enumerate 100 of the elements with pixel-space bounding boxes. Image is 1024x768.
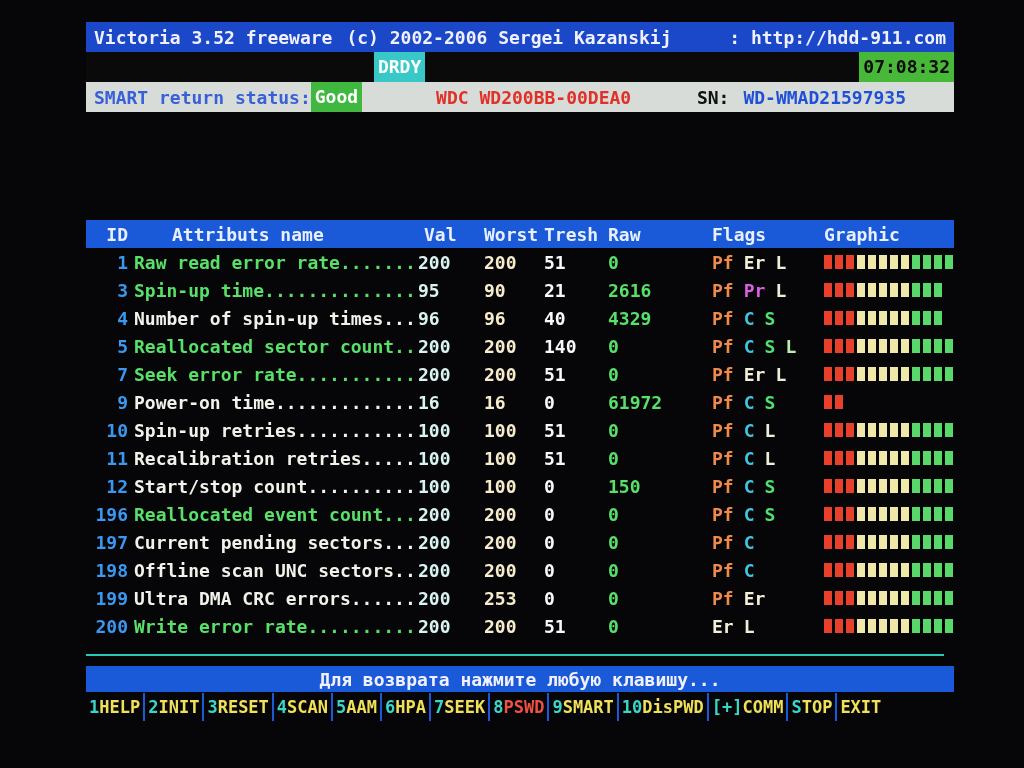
flag-letter: Er (743, 587, 766, 609)
flag-letter: C (743, 531, 755, 553)
column-header: Raw (607, 223, 642, 245)
value-cell-text: 200 (418, 335, 452, 357)
worst-cell-text: 200 (483, 503, 518, 525)
serial-number: WD-WMAD21597935 (743, 86, 906, 108)
flag-letter: S (764, 475, 776, 497)
raw-cell-text: 61972 (607, 391, 664, 413)
function-key[interactable]: 1HELP (86, 693, 146, 721)
threshold-cell-text: 51 (543, 363, 567, 385)
flag-letter: Pf (712, 475, 734, 497)
threshold-cell-text: 0 (543, 531, 556, 553)
function-key[interactable]: 5AAM (333, 693, 382, 721)
threshold-cell-text: 51 (543, 447, 567, 469)
attribute-name: Offline scan UNC sectors.. (133, 559, 417, 581)
flag-letter: Pf (712, 531, 734, 553)
worst-cell-text: 16 (483, 391, 507, 413)
serial-label: SN: (696, 86, 730, 108)
worst-cell-text: 100 (483, 475, 518, 497)
column-header: Tresh (543, 223, 600, 245)
raw-cell-text: 0 (607, 531, 620, 553)
flag-letter: C (743, 419, 755, 441)
flag-letter: Pf (712, 559, 734, 581)
raw-cell-text: 0 (607, 363, 620, 385)
attribute-id: 200 (94, 615, 128, 637)
function-key[interactable]: EXIT (837, 693, 885, 721)
flag-letter: L (764, 419, 776, 441)
worst-cell-text: 200 (483, 335, 518, 357)
raw-cell-text: 0 (607, 615, 620, 637)
flag-letter: C (743, 307, 755, 329)
attribute-name: Number of spin-up times... (133, 307, 417, 329)
value-cell-text: 200 (418, 251, 452, 273)
attribute-name: Start/stop count.......... (133, 475, 417, 497)
attribute-id: 199 (94, 587, 128, 609)
flag-letter: Pr (743, 279, 766, 301)
flag-letter: Pf (712, 251, 734, 273)
attribute-name: Seek error rate........... (133, 363, 417, 385)
threshold-cell-text: 0 (543, 475, 556, 497)
value-cell-text: 16 (418, 391, 441, 413)
flag-letter: S (764, 503, 776, 525)
flag-letter: C (743, 335, 755, 357)
attribute-id: 7 (116, 363, 128, 385)
flag-letter: Pf (712, 363, 734, 385)
value-cell-text: 100 (418, 419, 452, 441)
column-header: Worst (483, 223, 538, 245)
worst-cell-text: 100 (483, 419, 518, 441)
flag-letter: L (775, 251, 787, 273)
value-cell-text: 200 (418, 615, 452, 637)
function-key[interactable]: STOP (788, 693, 838, 721)
raw-cell-text: 0 (607, 559, 620, 581)
attribute-name: Current pending sectors... (133, 531, 417, 553)
function-key[interactable]: 4SCAN (273, 693, 334, 721)
threshold-cell-text: 0 (543, 559, 556, 581)
program-title: Victoria 3.52 freeware (94, 26, 333, 48)
value-cell-text: 100 (418, 447, 452, 469)
worst-cell-text: 253 (483, 587, 518, 609)
attribute-name: Recalibration retries..... (133, 447, 417, 469)
flag-letter: Pf (712, 279, 734, 301)
value-cell-text: 95 (418, 279, 441, 301)
function-key[interactable]: 6HPA (382, 693, 431, 721)
function-key[interactable]: 3RESET (204, 693, 274, 721)
threshold-cell-text: 51 (543, 615, 567, 637)
function-key[interactable]: 8PSWD (490, 693, 550, 721)
copyright-text: (c) 2002-2006 Sergei Kazanskij (346, 26, 672, 48)
column-header: Attributs name (171, 223, 325, 245)
value-cell-text: 200 (418, 363, 452, 385)
function-key[interactable]: 2INIT (145, 693, 205, 721)
worst-cell-text: 200 (483, 531, 518, 553)
flag-letter: S (764, 335, 776, 357)
flag-letter: Pf (712, 335, 734, 357)
drive-model: WDC WD200BB-00DEA0 (436, 86, 632, 108)
attribute-id: 12 (105, 475, 128, 497)
worst-cell-text: 90 (483, 279, 507, 301)
function-key[interactable]: 7SEEK (431, 693, 491, 721)
attribute-id: 9 (116, 391, 128, 413)
attribute-name: Power-on time............. (133, 391, 417, 413)
attribute-id: 3 (116, 279, 128, 301)
value-cell-text: 200 (418, 503, 452, 525)
column-header: Val (423, 223, 458, 245)
return-message: Для возврата нажмите любую клавишу... (319, 668, 721, 690)
attribute-name: Reallocated event count... (133, 503, 417, 525)
value-cell-text: 96 (418, 307, 441, 329)
flag-letter: Pf (712, 447, 734, 469)
flag-letter: Pf (712, 587, 734, 609)
function-key[interactable]: [+]COMM (708, 693, 789, 721)
value-cell-text: 200 (418, 559, 452, 581)
attribute-id: 1 (116, 251, 128, 273)
raw-cell-text: 0 (607, 251, 620, 273)
flag-letter: Pf (712, 307, 734, 329)
raw-cell-text: 150 (607, 475, 642, 497)
attribute-id: 5 (116, 335, 128, 357)
value-cell-text: 200 (418, 587, 452, 609)
function-key[interactable]: 9SMART (549, 693, 619, 721)
raw-cell-text: 2616 (607, 279, 653, 301)
function-key[interactable]: 10DisPWD (618, 693, 709, 721)
worst-cell-text: 100 (483, 447, 518, 469)
attribute-id: 11 (105, 447, 128, 469)
flag-letter: C (743, 391, 755, 413)
worst-cell-text: 200 (483, 363, 518, 385)
attribute-name: Spin-up retries........... (133, 419, 417, 441)
